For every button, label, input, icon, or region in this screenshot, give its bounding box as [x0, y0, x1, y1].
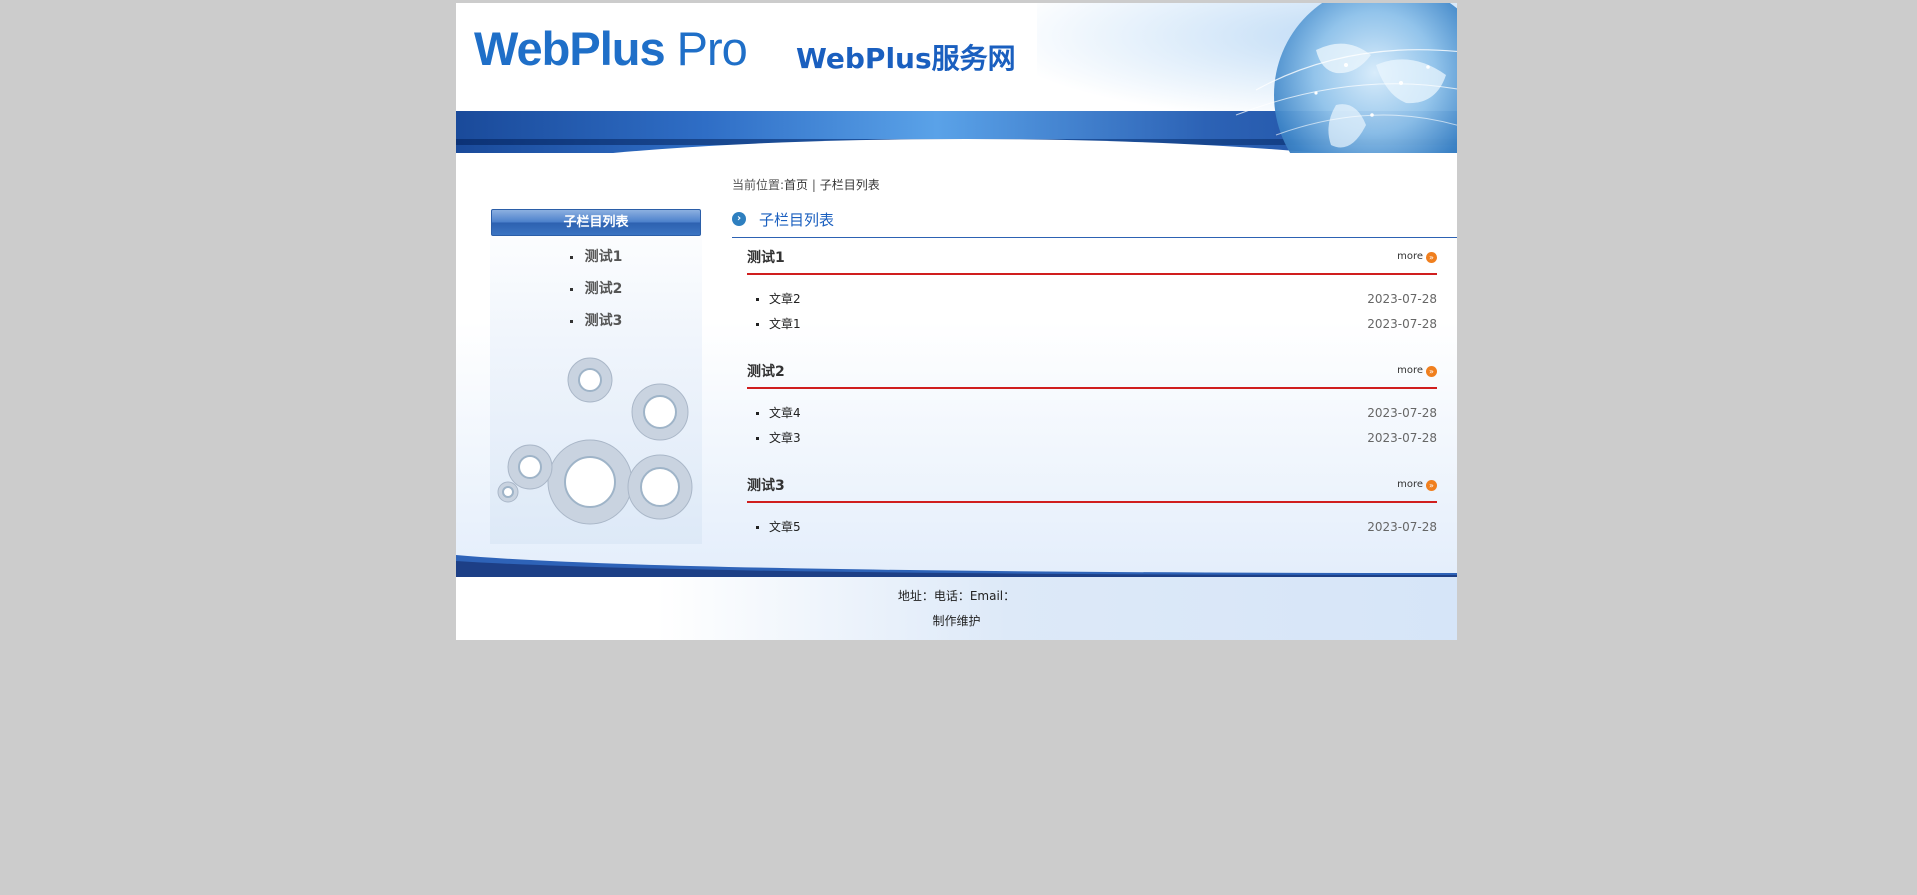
bullet-icon	[756, 412, 759, 415]
site-footer: 地址：电话：Email： 制作维护	[456, 575, 1457, 640]
article-link[interactable]: 文章2	[769, 287, 801, 312]
sidebar: 子栏目列表 测试1 测试2 测试3	[490, 207, 702, 544]
section-test3: 测试3 more» 文章5 2023-07-28	[747, 471, 1437, 540]
sidebar-menu: 测试1 测试2 测试3	[490, 241, 702, 337]
more-link[interactable]: more»	[1397, 479, 1437, 491]
footer-contact: 地址：电话：Email：	[897, 589, 1016, 603]
double-chevron-icon: »	[1426, 366, 1437, 377]
article-list: 文章2 2023-07-28 文章1 2023-07-28	[747, 287, 1437, 337]
section-header: 测试1 more»	[747, 243, 1437, 275]
chevron-right-circle-icon: ›	[732, 212, 746, 226]
list-item: 文章3 2023-07-28	[747, 426, 1437, 451]
article-link[interactable]: 文章4	[769, 401, 801, 426]
bullet-icon	[756, 323, 759, 326]
section-header: 测试2 more»	[747, 357, 1437, 389]
article-date: 2023-07-28	[1367, 431, 1437, 445]
list-item: 文章4 2023-07-28	[747, 401, 1437, 426]
footer-swoosh	[456, 555, 1457, 577]
section-header: 测试3 more»	[747, 471, 1437, 503]
breadcrumb-home-link[interactable]: 首页	[784, 178, 808, 192]
sidebar-item-label: 测试2	[584, 281, 623, 297]
bullet-icon	[756, 437, 759, 440]
more-label: more	[1397, 251, 1423, 262]
footer-maintain: 制作维护	[932, 614, 981, 628]
article-date: 2023-07-28	[1367, 406, 1437, 420]
bullet-icon	[756, 526, 759, 529]
breadcrumb-current-link[interactable]: 子栏目列表	[820, 178, 880, 192]
double-chevron-icon: »	[1426, 252, 1437, 263]
page-container: WebPlus Pro WebPlus服务网 子栏目列表 测试1 测试2 测试3	[456, 3, 1457, 640]
list-item: 文章5 2023-07-28	[747, 515, 1437, 540]
more-link[interactable]: more»	[1397, 251, 1437, 263]
breadcrumb-separator: |	[808, 178, 820, 192]
list-item: 文章1 2023-07-28	[747, 312, 1437, 337]
article-link[interactable]: 文章1	[769, 312, 801, 337]
bullet-icon	[756, 298, 759, 301]
more-label: more	[1397, 365, 1423, 376]
more-label: more	[1397, 479, 1423, 490]
sidebar-item-label: 测试3	[584, 313, 623, 329]
sidebar-title: 子栏目列表	[491, 209, 701, 236]
sidebar-item-test2[interactable]: 测试2	[490, 273, 702, 305]
gears-decoration	[497, 357, 693, 525]
list-item: 文章2 2023-07-28	[747, 287, 1437, 312]
column-heading: › 子栏目列表	[732, 205, 1457, 238]
bullet-icon	[569, 319, 573, 323]
section-title[interactable]: 测试2	[747, 361, 785, 381]
article-list: 文章5 2023-07-28	[747, 515, 1437, 540]
sidebar-item-label: 测试1	[584, 249, 623, 265]
section-test1: 测试1 more» 文章2 2023-07-28 文章1 2023-07-28	[747, 243, 1437, 337]
article-date: 2023-07-28	[1367, 317, 1437, 331]
more-link[interactable]: more»	[1397, 365, 1437, 377]
double-chevron-icon: »	[1426, 480, 1437, 491]
site-logo[interactable]: WebPlus Pro	[474, 21, 748, 76]
article-date: 2023-07-28	[1367, 292, 1437, 306]
column-title: 子栏目列表	[759, 211, 835, 229]
logo-light-text: Pro	[664, 22, 748, 75]
sidebar-item-test1[interactable]: 测试1	[490, 241, 702, 273]
article-link[interactable]: 文章3	[769, 426, 801, 451]
bullet-icon	[569, 255, 573, 259]
section-title[interactable]: 测试3	[747, 475, 785, 495]
site-name: WebPlus服务网	[796, 42, 1016, 75]
breadcrumb-prefix: 当前位置:	[732, 178, 785, 192]
section-title[interactable]: 测试1	[747, 247, 785, 267]
logo-bold-text: WebPlus	[474, 22, 666, 75]
section-test2: 测试2 more» 文章4 2023-07-28 文章3 2023-07-28	[747, 357, 1437, 451]
sidebar-item-test3[interactable]: 测试3	[490, 305, 702, 337]
article-list: 文章4 2023-07-28 文章3 2023-07-28	[747, 401, 1437, 451]
bullet-icon	[569, 287, 573, 291]
article-date: 2023-07-28	[1367, 520, 1437, 534]
article-link[interactable]: 文章5	[769, 515, 801, 540]
breadcrumb: 当前位置:首页 | 子栏目列表	[732, 176, 880, 193]
